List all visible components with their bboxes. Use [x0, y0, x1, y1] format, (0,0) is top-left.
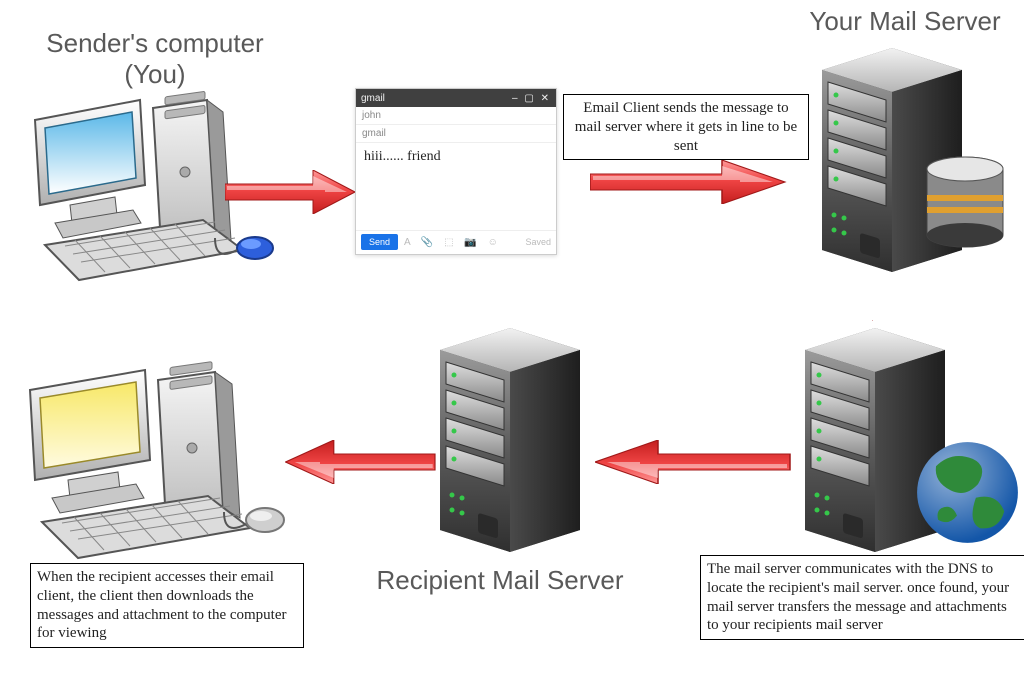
footer-icons: A 📎 ⬚ 📷 ☺	[404, 237, 519, 248]
title-sender-line1: Sender's computer	[46, 28, 263, 58]
email-subject-field: gmail	[356, 125, 556, 143]
arrow-icon	[590, 160, 790, 204]
email-footer: Send A 📎 ⬚ 📷 ☺ Saved	[356, 230, 556, 253]
title-your-mail-server: Your Mail Server	[790, 6, 1020, 37]
diagram-stage: Sender's computer (You) Your Mail Server…	[0, 0, 1024, 683]
caption-step4: When the recipient accesses their email …	[30, 563, 304, 648]
email-header: gmail – ▢ ✕	[356, 89, 556, 107]
arrow-icon	[595, 440, 795, 484]
saved-label: Saved	[525, 237, 551, 247]
arrow-icon	[872, 272, 916, 352]
title-sender-line2: (You)	[124, 59, 185, 89]
caption-step1: Email Client sends the message to mail s…	[563, 94, 809, 160]
window-controls-icon: – ▢ ✕	[512, 93, 551, 104]
globe-icon	[915, 440, 1020, 545]
email-app-label: gmail	[361, 93, 385, 104]
email-compose-window: gmail – ▢ ✕ john gmail hiii...... friend…	[355, 88, 557, 255]
arrow-icon	[225, 170, 355, 214]
email-to-field: john	[356, 107, 556, 125]
send-button: Send	[361, 234, 398, 250]
arrow-icon	[285, 440, 440, 484]
recipient-computer-icon	[10, 360, 290, 570]
title-sender: Sender's computer (You)	[40, 28, 270, 90]
database-icon	[925, 155, 1015, 255]
email-body: hiii...... friend	[356, 143, 556, 230]
